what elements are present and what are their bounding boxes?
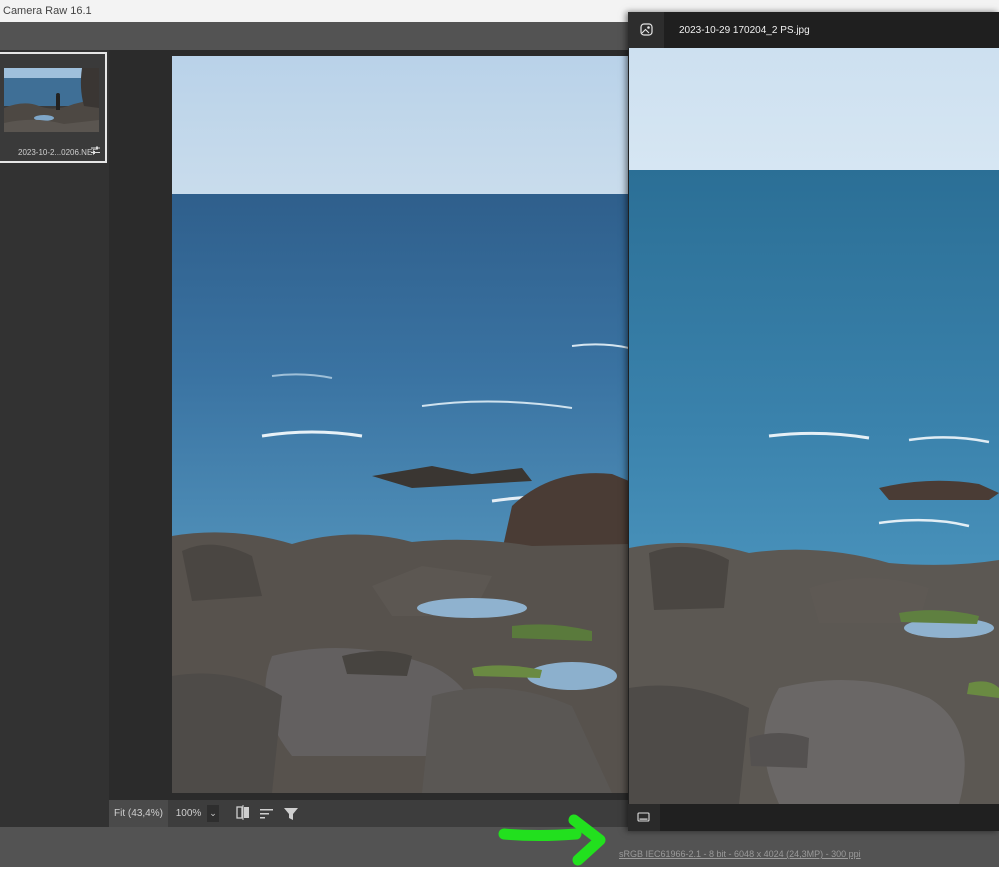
annotation-arrow [498,814,606,866]
filter-icon[interactable] [283,805,299,822]
compare-icon[interactable] [235,805,251,822]
image-icon[interactable] [628,12,664,48]
viewer-header: 2023-10-29 170204_2 PS.jpg [628,12,999,48]
window-title: Camera Raw 16.1 [3,5,92,17]
thumbnail-image [4,68,99,132]
sort-icon[interactable] [259,805,275,822]
zoom-fit-button[interactable]: Fit (43,4%) [109,800,168,827]
filmstrip-item[interactable]: 2023-10-2...0206.NEF [0,52,107,163]
main-canvas-area[interactable] [109,50,629,800]
image-viewer-window[interactable]: 2023-10-29 170204_2 PS.jpg [628,12,999,831]
zoom-100-button[interactable]: 100% [171,800,206,827]
thumbnail-filename: 2023-10-2...0206.NEF [18,148,98,157]
status-workflow-link[interactable]: sRGB IEC61966-2.1 - 8 bit - 6048 x 4024 … [619,849,861,859]
viewer-footer [628,804,999,831]
viewer-image[interactable] [629,48,999,804]
filmstrip-toggle-icon[interactable] [628,804,660,831]
main-preview-image[interactable] [172,56,629,793]
chevron-down-icon[interactable]: ⌄ [207,805,219,822]
filmstrip: 2023-10-2...0206.NEF [0,50,109,827]
sliders-icon [91,146,100,157]
viewer-filename: 2023-10-29 170204_2 PS.jpg [679,25,810,36]
